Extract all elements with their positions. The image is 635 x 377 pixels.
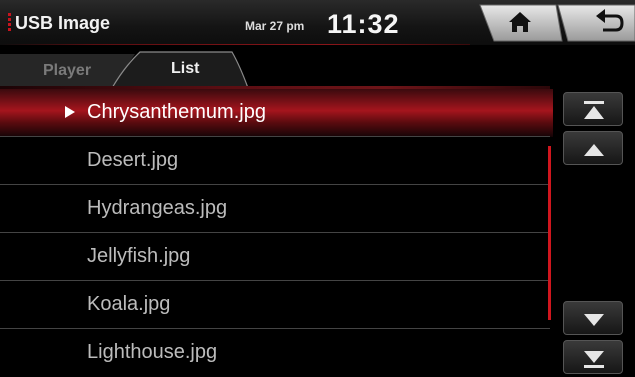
- tab-list[interactable]: List: [171, 60, 199, 78]
- app-title: USB Image: [15, 13, 111, 33]
- file-name: Chrysanthemum.jpg: [87, 101, 266, 123]
- list-item[interactable]: Jellyfish.jpg: [0, 233, 553, 281]
- list-item[interactable]: Chrysanthemum.jpg: [0, 89, 553, 137]
- scroll-up-icon: [584, 144, 604, 156]
- scroll-down-icon: [584, 314, 604, 326]
- source-indicator: [8, 13, 11, 31]
- tab-player[interactable]: Player: [43, 62, 91, 80]
- list-item[interactable]: Desert.jpg: [0, 137, 553, 185]
- play-indicator-icon: [65, 106, 75, 118]
- date-label: Mar 27 pm: [245, 19, 305, 33]
- scroll-down-button[interactable]: [563, 301, 623, 335]
- list-item[interactable]: Lighthouse.jpg: [0, 329, 553, 377]
- file-name: Koala.jpg: [87, 293, 171, 315]
- scroll-top-button[interactable]: [563, 92, 623, 126]
- home-button[interactable]: [476, 3, 564, 43]
- header-divider: [0, 44, 470, 45]
- scroll-up-button[interactable]: [563, 131, 623, 165]
- clock: 11:32: [327, 9, 400, 39]
- tab-bar: [0, 46, 635, 89]
- row-divider: [0, 136, 550, 137]
- file-name: Desert.jpg: [87, 149, 179, 171]
- file-name: Hydrangeas.jpg: [87, 197, 228, 219]
- scrollbar[interactable]: [548, 146, 551, 320]
- scroll-bottom-button[interactable]: [563, 340, 623, 374]
- file-name: Jellyfish.jpg: [87, 245, 191, 267]
- list-item[interactable]: Koala.jpg: [0, 281, 553, 329]
- back-button[interactable]: [556, 3, 635, 43]
- list-item[interactable]: Hydrangeas.jpg: [0, 185, 553, 233]
- scroll-top-icon: [584, 101, 604, 119]
- file-name: Lighthouse.jpg: [87, 341, 218, 363]
- file-list: Chrysanthemum.jpg Desert.jpg Hydrangeas.…: [0, 89, 553, 374]
- scroll-bottom-icon: [584, 351, 604, 368]
